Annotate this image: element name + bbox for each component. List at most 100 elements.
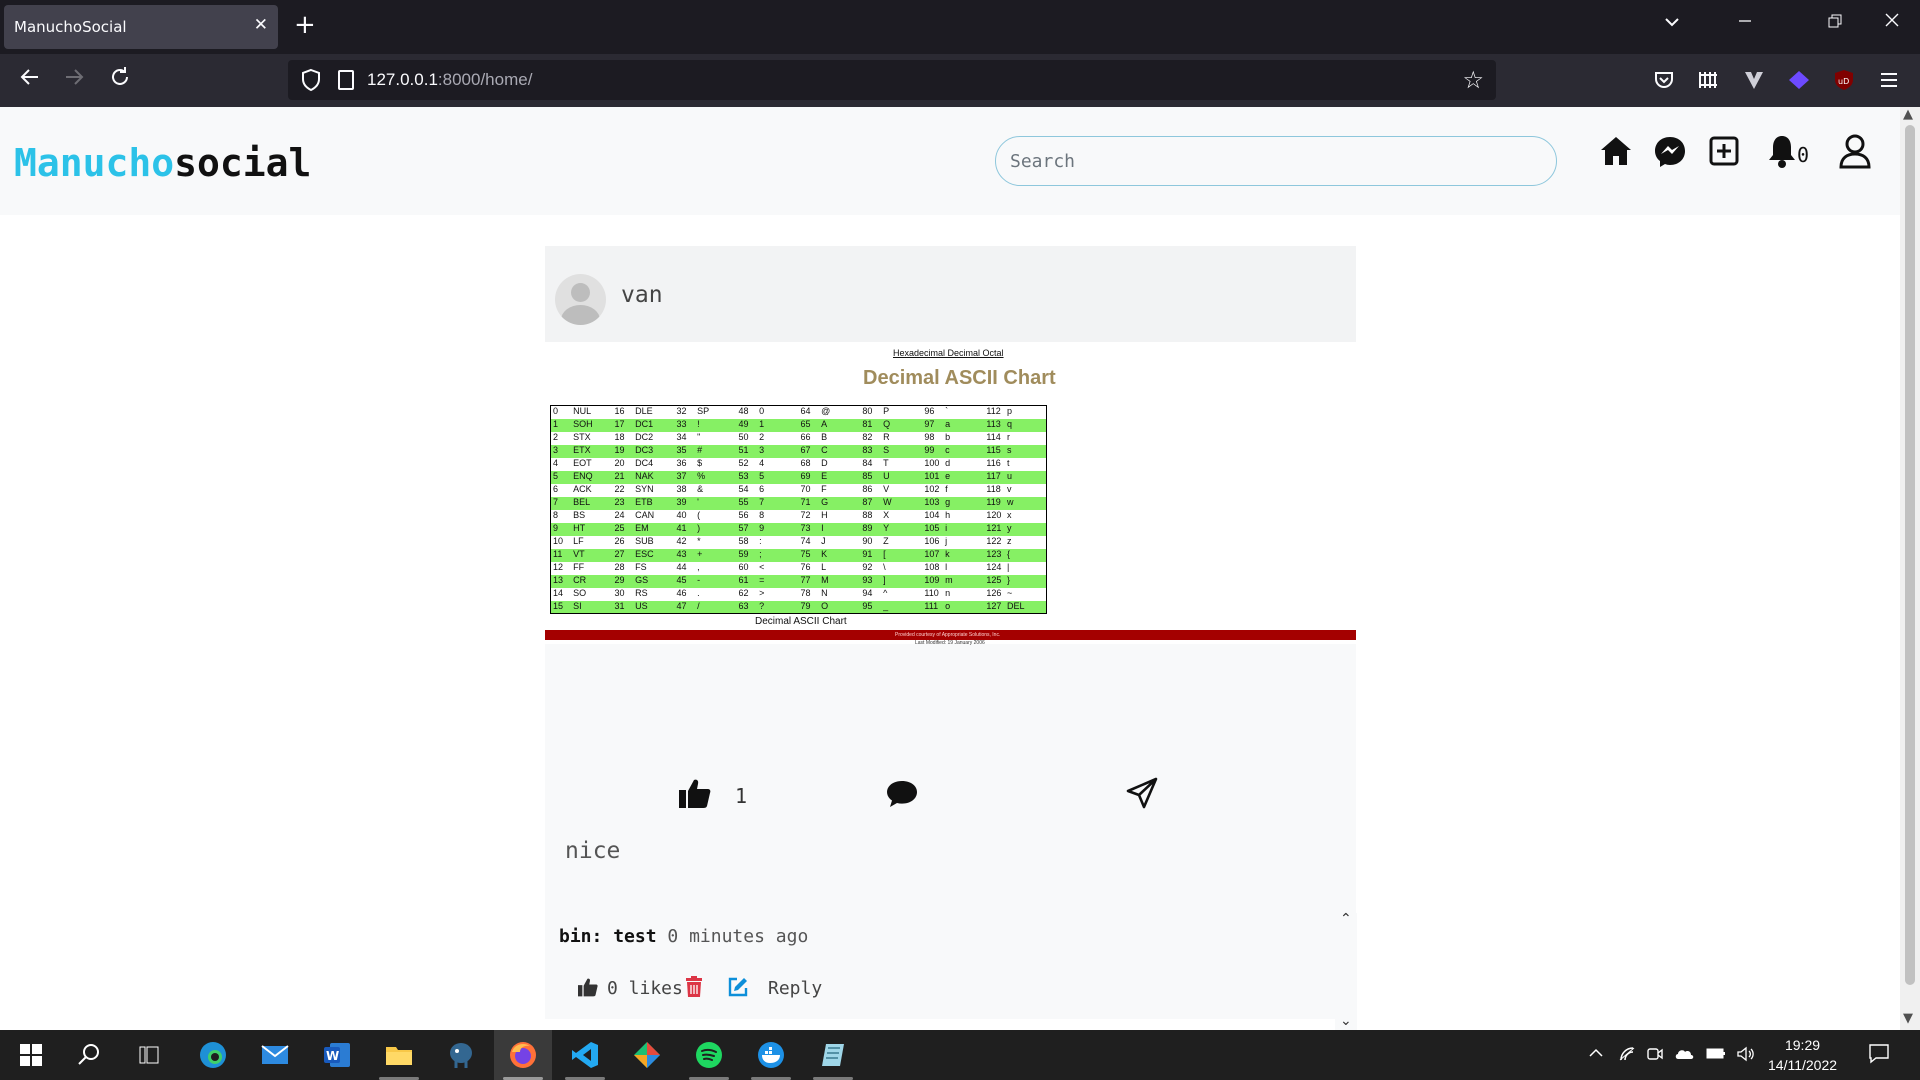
url-text[interactable]: 127.0.0.1:8000/home/ [367,70,532,90]
ascii-code-cell: 56 [738,510,749,521]
search-input[interactable] [995,136,1557,186]
scroll-down-icon[interactable]: ⌄ [1340,1013,1352,1029]
scroll-up-icon[interactable]: ⌃ [1340,911,1352,927]
comments-scrollbar[interactable]: ⌃ ⌄ [1335,911,1357,1030]
ascii-char-cell: k [943,548,985,562]
bell-icon[interactable] [1765,133,1801,173]
vscode-icon[interactable] [570,1040,600,1070]
comment-icon[interactable] [885,779,919,813]
close-tab-icon[interactable]: ✕ [254,15,268,35]
ascii-code-cell: 31 [612,600,634,614]
comment-likes-count: 0 likes [607,978,683,999]
ascii-char-cell: 7 [757,496,799,510]
edit-icon[interactable] [727,976,749,1002]
ascii-char-cell: HT [571,522,613,536]
address-bar[interactable]: 127.0.0.1:8000/home/ ☆ [288,60,1496,100]
spotify-icon[interactable] [694,1040,724,1070]
ascii-code-cell: 114 [986,432,1001,443]
firefox-icon[interactable] [508,1040,538,1070]
ascii-code-cell: 88 [862,510,873,521]
hamburger-menu-icon[interactable] [1878,69,1900,91]
battery-icon[interactable] [1706,1046,1726,1064]
ascii-code-cell: 78 [800,588,811,599]
edge-icon[interactable] [198,1040,228,1070]
postgresql-icon[interactable] [446,1040,476,1070]
onedrive-icon[interactable] [1674,1046,1694,1066]
comment-reply-button[interactable]: Reply [768,978,822,999]
comment-text-line: bin: test 0 minutes ago [559,926,808,947]
word-icon[interactable]: W [322,1040,352,1070]
ascii-code-cell: 46 [676,588,687,599]
browser-toolbar: 127.0.0.1:8000/home/ ☆ uD [0,54,1920,107]
trash-icon[interactable] [685,976,703,1002]
avatar[interactable] [555,274,606,325]
search-icon[interactable] [74,1040,104,1070]
reload-icon[interactable] [108,65,132,95]
notes-app-icon[interactable] [818,1040,848,1070]
page-info-icon[interactable] [338,70,354,90]
ascii-char-cell: LF [573,536,584,547]
tab-list-chevron-icon[interactable] [1664,12,1680,33]
file-explorer-icon[interactable] [384,1040,414,1070]
ublock-origin-icon[interactable]: uD [1833,69,1855,91]
comment-thumbs-up-icon[interactable] [577,977,599,1001]
comments-list[interactable]: bin: test 0 minutes ago 0 likes Reply ⌃ … [557,911,1357,1030]
ascii-char-cell: DC4 [635,458,654,469]
page-scrollbar[interactable]: ▲ ▼ [1900,107,1920,1030]
user-profile-icon[interactable] [1838,133,1874,173]
ascii-code-cell: 127 [984,600,1006,614]
ascii-code-cell: 120 [986,510,1002,521]
shield-icon[interactable] [300,68,322,92]
ascii-code-cell: 109 [922,574,944,588]
page-scroll-thumb[interactable] [1905,125,1915,985]
ascii-char-cell: u [1005,470,1047,484]
ascii-char-cell: 1 [757,418,799,432]
send-icon[interactable] [1125,776,1159,814]
back-icon[interactable] [18,65,42,95]
ascii-char-cell: [ [881,548,923,562]
new-tab-icon[interactable]: + [294,10,316,40]
ascii-code-cell: 35 [674,444,696,458]
ascii-row: 6 ACK 22 SYN 38 & 54 6 70 F 86 V 102 f 118 v [551,484,1047,497]
close-window-icon[interactable] [1884,12,1900,33]
task-view-icon[interactable] [134,1040,164,1070]
browser-tab[interactable]: ManuchoSocial ✕ [4,5,278,49]
post-username[interactable]: van [621,282,663,308]
ascii-char-cell: I [819,522,861,536]
notifications-icon[interactable] [1868,1042,1890,1068]
proton-vpn-icon[interactable] [1788,69,1810,91]
home-icon[interactable] [1599,133,1635,173]
thumbs-up-icon[interactable] [678,777,712,813]
meet-now-icon[interactable] [1646,1046,1664,1066]
ascii-char-cell: Z [883,536,889,547]
library-icon[interactable] [1697,69,1719,91]
forward-icon[interactable] [62,65,86,95]
site-logo[interactable]: Manuchosocial [14,141,311,185]
page-scroll-up-icon[interactable]: ▲ [1903,107,1913,122]
ascii-char-cell: @ [821,406,831,417]
pocket-icon[interactable] [1653,69,1675,91]
comment-author[interactable]: bin: [559,926,602,947]
tab-title: ManuchoSocial [14,18,127,36]
bookmark-star-icon[interactable]: ☆ [1462,66,1484,94]
ascii-char-cell: R [883,432,890,443]
system-clock[interactable]: 19:29 14/11/2022 [1768,1035,1837,1075]
gitkraken-icon[interactable] [632,1040,662,1070]
restore-icon[interactable] [1828,12,1842,33]
vivaldi-extension-icon[interactable] [1743,69,1765,91]
docker-icon[interactable] [756,1040,786,1070]
ascii-code-cell: 111 [922,600,944,614]
ascii-row: 10 LF 26 SUB 42 * 58: 74 J 90 Z 106 j 122 z [551,536,1047,549]
mail-icon[interactable] [260,1040,290,1070]
volume-icon[interactable] [1736,1046,1756,1066]
add-post-icon[interactable] [1707,133,1743,173]
minimize-icon[interactable] [1738,12,1752,33]
network-icon[interactable] [1618,1046,1636,1066]
ascii-char-cell: y [1005,522,1047,536]
page-scroll-down-icon[interactable]: ▼ [1903,1011,1913,1026]
ascii-char-cell: B [821,432,828,443]
messenger-icon[interactable] [1653,133,1689,173]
windows-start-icon[interactable] [16,1040,46,1070]
tray-chevron-icon[interactable] [1588,1046,1604,1064]
ascii-char-cell: + [695,548,737,562]
